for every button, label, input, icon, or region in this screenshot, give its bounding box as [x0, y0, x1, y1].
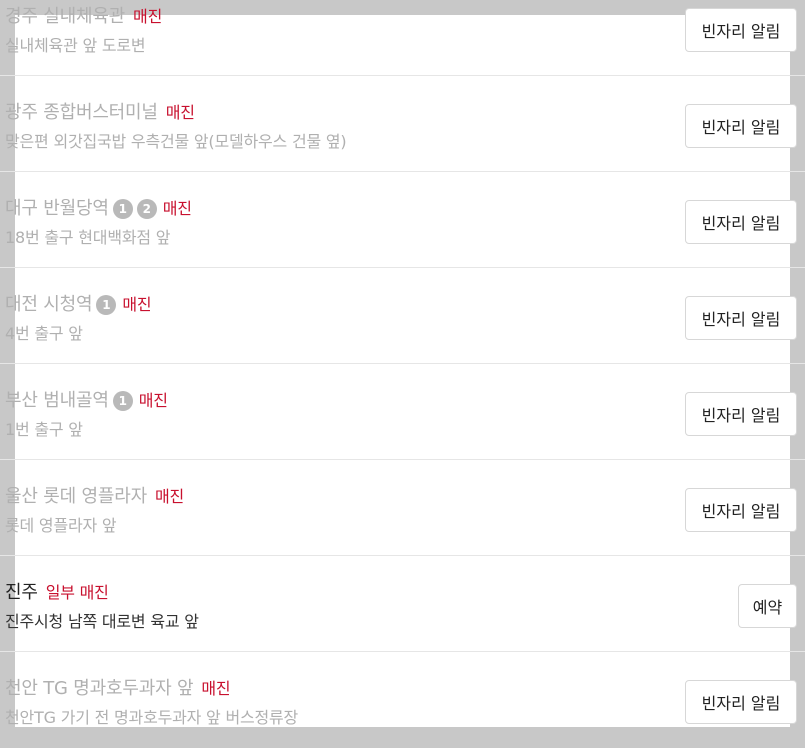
- list-item: 천안 TG 명과호두과자 앞 매진 천안TG 가기 전 명과호두과자 앞 버스정…: [0, 652, 805, 748]
- location-info: 울산 롯데 영플라자 매진 롯데 영플라자 앞: [5, 485, 184, 537]
- status-label: 매진: [162, 199, 192, 218]
- station-name: 천안 TG 명과호두과자 앞: [5, 678, 194, 699]
- location-title: 천안 TG 명과호두과자 앞 매진: [5, 677, 298, 701]
- station-name: 울산 롯데 영플라자: [5, 486, 147, 507]
- location-title: 부산 범내골역 1 매진: [5, 389, 168, 413]
- location-title: 울산 롯데 영플라자 매진: [5, 485, 184, 509]
- list-item: 대전 시청역 1 매진 4번 출구 앞 빈자리 알림: [0, 268, 805, 364]
- location-detail: 롯데 영플라자 앞: [5, 516, 117, 535]
- list-item: 경주 실내체육관 매진 실내체육관 앞 도로변 빈자리 알림: [0, 0, 805, 76]
- status-label: 매진: [122, 295, 152, 314]
- location-title: 경주 실내체육관 매진: [5, 5, 162, 29]
- station-name: 부산 범내골역: [5, 390, 109, 411]
- list-item: 광주 종합버스터미널 매진 맞은편 외갓집국밥 우측건물 앞(모델하우스 건물 …: [0, 76, 805, 172]
- vacancy-alert-button[interactable]: 빈자리 알림: [685, 104, 797, 148]
- location-info: 경주 실내체육관 매진 실내체육관 앞 도로변: [5, 5, 162, 57]
- list-item: 울산 롯데 영플라자 매진 롯데 영플라자 앞 빈자리 알림: [0, 460, 805, 556]
- location-title: 대전 시청역 1 매진: [5, 293, 152, 317]
- location-detail: 4번 출구 앞: [5, 324, 83, 343]
- vacancy-alert-button[interactable]: 빈자리 알림: [685, 200, 797, 244]
- location-info: 부산 범내골역 1 매진 1번 출구 앞: [5, 389, 168, 441]
- vacancy-alert-button[interactable]: 빈자리 알림: [685, 8, 797, 52]
- location-detail: 18번 출구 현대백화점 앞: [5, 228, 171, 247]
- status-label: 매진: [201, 679, 231, 698]
- location-detail: 진주시청 남쪽 대로변 육교 앞: [5, 612, 199, 631]
- vacancy-alert-button[interactable]: 빈자리 알림: [685, 680, 797, 724]
- station-name: 진주: [5, 582, 38, 603]
- subway-line-badge: 1: [96, 295, 117, 315]
- station-name: 광주 종합버스터미널: [5, 102, 158, 123]
- station-name: 대전 시청역: [5, 294, 93, 315]
- reserve-button[interactable]: 예약: [738, 584, 797, 628]
- status-label: 매진: [154, 487, 184, 506]
- subway-line-badge: 2: [136, 199, 157, 219]
- station-name: 대구 반월당역: [5, 198, 109, 219]
- station-name: 경주 실내체육관: [5, 6, 126, 27]
- location-title: 대구 반월당역 1 2 매진: [5, 197, 192, 221]
- status-label: 일부 매진: [45, 583, 109, 602]
- location-detail: 맞은편 외갓집국밥 우측건물 앞(모델하우스 건물 옆): [5, 132, 347, 151]
- location-detail: 1번 출구 앞: [5, 420, 83, 439]
- list-item: 부산 범내골역 1 매진 1번 출구 앞 빈자리 알림: [0, 364, 805, 460]
- status-label: 매진: [133, 7, 163, 26]
- location-detail: 실내체육관 앞 도로변: [5, 36, 146, 55]
- subway-line-badge: 1: [112, 199, 133, 219]
- pickup-location-list: 경주 실내체육관 매진 실내체육관 앞 도로변 빈자리 알림 광주 종합버스터미…: [0, 0, 805, 748]
- location-title: 진주 일부 매진: [5, 581, 199, 605]
- location-info: 천안 TG 명과호두과자 앞 매진 천안TG 가기 전 명과호두과자 앞 버스정…: [5, 677, 298, 729]
- list-item: 진주 일부 매진 진주시청 남쪽 대로변 육교 앞 예약: [0, 556, 805, 652]
- subway-line-badge: 1: [112, 391, 133, 411]
- status-label: 매진: [165, 103, 195, 122]
- location-detail: 천안TG 가기 전 명과호두과자 앞 버스정류장: [5, 708, 299, 727]
- location-info: 진주 일부 매진 진주시청 남쪽 대로변 육교 앞: [5, 581, 199, 633]
- vacancy-alert-button[interactable]: 빈자리 알림: [685, 392, 797, 436]
- location-info: 대전 시청역 1 매진 4번 출구 앞: [5, 293, 152, 345]
- location-info: 광주 종합버스터미널 매진 맞은편 외갓집국밥 우측건물 앞(모델하우스 건물 …: [5, 101, 347, 153]
- location-title: 광주 종합버스터미널 매진: [5, 101, 346, 125]
- list-item: 대구 반월당역 1 2 매진 18번 출구 현대백화점 앞 빈자리 알림: [0, 172, 805, 268]
- location-info: 대구 반월당역 1 2 매진 18번 출구 현대백화점 앞: [5, 197, 192, 249]
- vacancy-alert-button[interactable]: 빈자리 알림: [685, 296, 797, 340]
- vacancy-alert-button[interactable]: 빈자리 알림: [685, 488, 797, 532]
- status-label: 매진: [138, 391, 168, 410]
